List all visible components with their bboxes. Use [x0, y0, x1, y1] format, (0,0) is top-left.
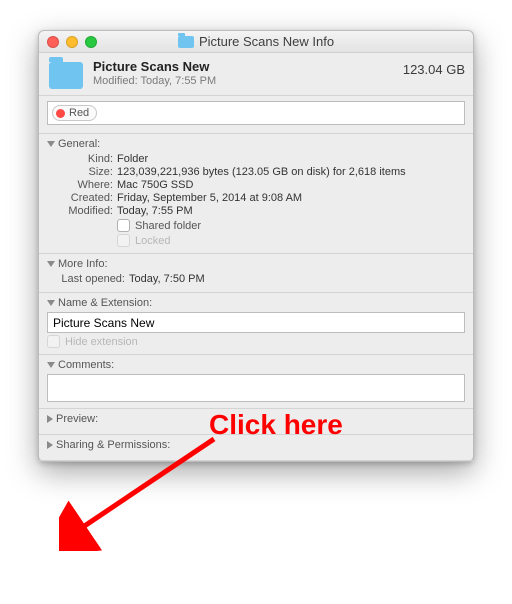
section-name-extension: Name & Extension: Hide extension: [39, 293, 473, 355]
last-opened-value: Today, 7:50 PM: [129, 273, 465, 285]
zoom-icon[interactable]: [85, 36, 97, 48]
hide-extension-checkbox: Hide extension: [47, 335, 465, 348]
titlebar[interactable]: Picture Scans New Info: [39, 31, 473, 53]
disclosure-triangle-icon: [47, 300, 55, 306]
section-header-more-info[interactable]: More Info:: [47, 258, 465, 270]
close-icon[interactable]: [47, 36, 59, 48]
checkbox-icon: [117, 234, 130, 247]
shared-folder-checkbox[interactable]: Shared folder: [117, 219, 465, 232]
checkbox-icon: [47, 335, 60, 348]
section-title: Comments:: [58, 359, 114, 371]
window-controls: [47, 36, 97, 48]
where-value: Mac 750G SSD: [117, 179, 465, 191]
disclosure-triangle-icon: [47, 261, 55, 267]
header: Picture Scans New Modified: Today, 7:55 …: [39, 53, 473, 96]
section-header-general[interactable]: General:: [47, 138, 465, 150]
item-modified: Modified: Today, 7:55 PM: [93, 75, 403, 87]
item-size: 123.04 GB: [403, 59, 465, 77]
window-title-text: Picture Scans New Info: [199, 34, 334, 49]
where-label: Where:: [53, 179, 113, 191]
locked-label: Locked: [135, 235, 170, 247]
section-header-preview[interactable]: Preview:: [47, 413, 465, 425]
tag-label: Red: [69, 107, 89, 119]
kind-label: Kind:: [53, 153, 113, 165]
window-title: Picture Scans New Info: [39, 34, 473, 49]
comments-field[interactable]: [47, 374, 465, 402]
section-header-comments[interactable]: Comments:: [47, 359, 465, 371]
hide-extension-label: Hide extension: [65, 336, 138, 348]
section-title: More Info:: [58, 258, 108, 270]
size-value: 123,039,221,936 bytes (123.05 GB on disk…: [117, 166, 465, 178]
disclosure-triangle-icon: [47, 415, 53, 423]
folder-icon: [178, 36, 194, 48]
minimize-icon[interactable]: [66, 36, 78, 48]
section-general: General: Kind: Folder Size: 123,039,221,93…: [39, 134, 473, 254]
section-title: Name & Extension:: [58, 297, 152, 309]
section-header-name-ext[interactable]: Name & Extension:: [47, 297, 465, 309]
locked-checkbox: Locked: [117, 234, 465, 247]
section-preview: Preview:: [39, 409, 473, 435]
item-name: Picture Scans New: [93, 59, 403, 74]
disclosure-triangle-icon: [47, 441, 53, 449]
tags-field[interactable]: Red: [47, 101, 465, 125]
tags-row: Red: [39, 96, 473, 134]
shared-folder-label: Shared folder: [135, 220, 201, 232]
disclosure-triangle-icon: [47, 141, 55, 147]
header-text: Picture Scans New Modified: Today, 7:55 …: [93, 59, 403, 87]
size-label: Size:: [53, 166, 113, 178]
red-tag-icon: [56, 109, 65, 118]
info-window: Picture Scans New Info Picture Scans New…: [38, 30, 474, 462]
name-input[interactable]: [47, 312, 465, 333]
last-opened-label: Last opened:: [47, 273, 125, 285]
section-header-sharing[interactable]: Sharing & Permissions:: [47, 439, 465, 451]
created-value: Friday, September 5, 2014 at 9:08 AM: [117, 192, 465, 204]
section-comments: Comments:: [39, 355, 473, 409]
kind-value: Folder: [117, 153, 465, 165]
section-more-info: More Info: Last opened: Today, 7:50 PM: [39, 254, 473, 293]
section-sharing-permissions: Sharing & Permissions:: [39, 435, 473, 461]
checkbox-icon: [117, 219, 130, 232]
section-title: Sharing & Permissions:: [56, 439, 170, 451]
modified-value: Today, 7:55 PM: [117, 205, 465, 217]
section-title: General:: [58, 138, 100, 150]
tag-red[interactable]: Red: [52, 105, 97, 121]
folder-icon: [49, 62, 83, 89]
modified-label: Modified:: [53, 205, 113, 217]
disclosure-triangle-icon: [47, 362, 55, 368]
created-label: Created:: [53, 192, 113, 204]
section-title: Preview:: [56, 413, 98, 425]
